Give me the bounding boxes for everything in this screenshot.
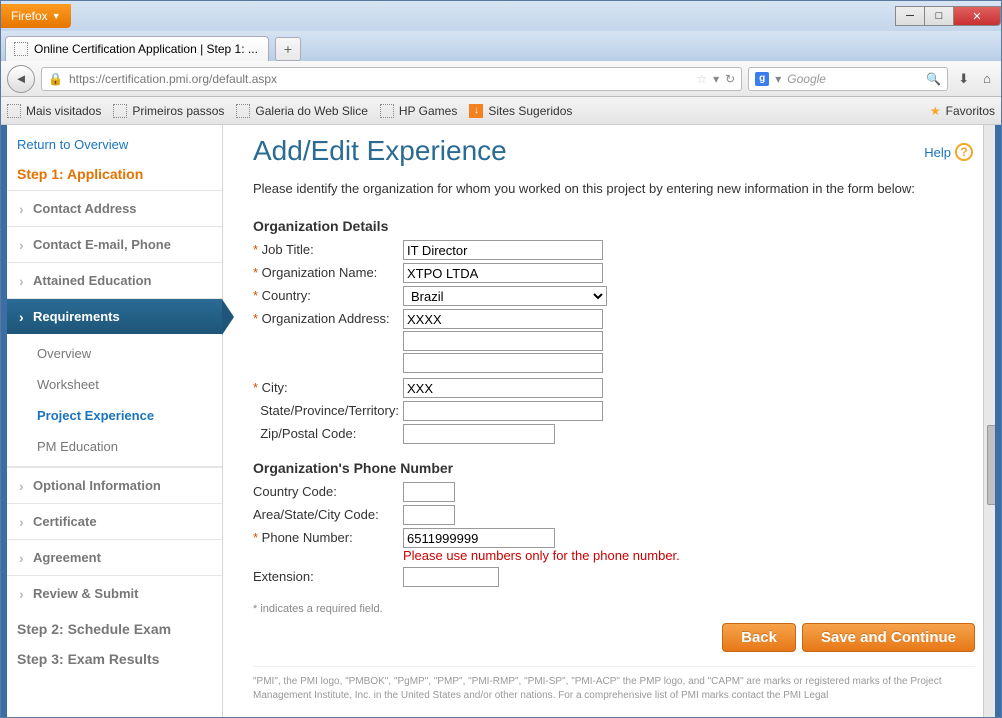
dropdown-icon[interactable]: ▾ bbox=[713, 72, 719, 86]
bookmark-item[interactable]: ↓Sites Sugeridos bbox=[469, 104, 572, 118]
google-icon: g bbox=[755, 72, 769, 86]
extension-input[interactable] bbox=[403, 567, 499, 587]
label-phone: * Phone Number: bbox=[253, 528, 403, 545]
address-line3-input[interactable] bbox=[403, 353, 603, 373]
label-state: State/Province/Territory: bbox=[253, 401, 403, 418]
label-extension: Extension: bbox=[253, 567, 403, 584]
search-icon[interactable]: 🔍 bbox=[926, 72, 941, 86]
state-input[interactable] bbox=[403, 401, 603, 421]
navigation-toolbar: ◄ 🔒 https://certification.pmi.org/defaul… bbox=[1, 61, 1001, 97]
sidebar-sub-project-experience[interactable]: Project Experience bbox=[7, 400, 222, 431]
label-area-code: Area/State/City Code: bbox=[253, 505, 403, 522]
bookmark-star-icon[interactable]: ☆ bbox=[696, 72, 707, 86]
browser-tab-active[interactable]: Online Certification Application | Step … bbox=[5, 36, 269, 61]
intro-text: Please identify the organization for who… bbox=[253, 181, 975, 196]
page-icon bbox=[7, 104, 21, 118]
label-job-title: * Job Title: bbox=[253, 240, 403, 257]
url-bar[interactable]: 🔒 https://certification.pmi.org/default.… bbox=[41, 67, 742, 91]
save-continue-button[interactable]: Save and Continue bbox=[802, 623, 975, 652]
firefox-menu-button[interactable]: Firefox ▼ bbox=[1, 4, 71, 28]
minimize-button[interactable]: ─ bbox=[895, 6, 925, 26]
search-placeholder: Google bbox=[787, 72, 826, 86]
downloads-icon[interactable]: ⬇ bbox=[954, 71, 973, 87]
label-country: * Country: bbox=[253, 286, 403, 303]
sites-icon: ↓ bbox=[469, 104, 483, 118]
footer-text: "PMI", the PMI logo, "PMBOK", "PgMP", "P… bbox=[253, 666, 975, 703]
area-code-input[interactable] bbox=[403, 505, 455, 525]
page-title: Add/Edit Experience bbox=[253, 135, 975, 167]
sidebar-item-requirements[interactable]: Requirements bbox=[7, 298, 222, 334]
help-link[interactable]: Help ? bbox=[924, 143, 973, 161]
sidebar-item-contact-address[interactable]: Contact Address bbox=[7, 190, 222, 226]
label-zip: Zip/Postal Code: bbox=[253, 424, 403, 441]
section-org-details: Organization Details bbox=[253, 218, 975, 234]
search-bar[interactable]: g ▾ Google 🔍 bbox=[748, 67, 948, 91]
new-tab-button[interactable]: + bbox=[275, 37, 301, 61]
phone-error: Please use numbers only for the phone nu… bbox=[403, 548, 975, 563]
sidebar-item-agreement[interactable]: Agreement bbox=[7, 539, 222, 575]
label-org-name: * Organization Name: bbox=[253, 263, 403, 280]
page-icon bbox=[380, 104, 394, 118]
sidebar-sub-overview[interactable]: Overview bbox=[7, 338, 222, 369]
sidebar-item-education[interactable]: Attained Education bbox=[7, 262, 222, 298]
back-button[interactable]: Back bbox=[722, 623, 796, 652]
required-note: * indicates a required field. bbox=[253, 603, 975, 615]
phone-input[interactable] bbox=[403, 528, 555, 548]
address-line1-input[interactable] bbox=[403, 309, 603, 329]
dropdown-icon[interactable]: ▾ bbox=[775, 72, 781, 86]
star-icon: ★ bbox=[930, 104, 941, 118]
favorites-button[interactable]: ★Favoritos bbox=[930, 104, 995, 118]
chevron-down-icon: ▼ bbox=[52, 11, 61, 21]
close-button[interactable]: ✕ bbox=[953, 6, 1001, 26]
sidebar-sub-pm-education[interactable]: PM Education bbox=[7, 431, 222, 462]
firefox-label: Firefox bbox=[11, 9, 48, 23]
country-code-input[interactable] bbox=[403, 482, 455, 502]
step2-heading: Step 2: Schedule Exam bbox=[7, 611, 222, 641]
bookmark-item[interactable]: Mais visitados bbox=[7, 104, 101, 118]
sidebar-sub-worksheet[interactable]: Worksheet bbox=[7, 369, 222, 400]
window-titlebar: Firefox ▼ ─ □ ✕ bbox=[1, 1, 1001, 31]
bookmark-item[interactable]: HP Games bbox=[380, 104, 457, 118]
bookmark-item[interactable]: Primeiros passos bbox=[113, 104, 224, 118]
job-title-input[interactable] bbox=[403, 240, 603, 260]
scrollbar-thumb[interactable] bbox=[987, 425, 999, 505]
org-name-input[interactable] bbox=[403, 263, 603, 283]
back-button[interactable]: ◄ bbox=[7, 65, 35, 93]
sidebar-item-optional[interactable]: Optional Information bbox=[7, 467, 222, 503]
sidebar-item-review[interactable]: Review & Submit bbox=[7, 575, 222, 611]
browser-tabs: Online Certification Application | Step … bbox=[1, 31, 1001, 61]
sidebar: Return to Overview Step 1: Application C… bbox=[7, 125, 223, 717]
bookmarks-toolbar: Mais visitados Primeiros passos Galeria … bbox=[1, 97, 1001, 125]
sidebar-item-contact-email[interactable]: Contact E-mail, Phone bbox=[7, 226, 222, 262]
main-content: Help ? Add/Edit Experience Please identi… bbox=[223, 125, 995, 717]
help-icon: ? bbox=[955, 143, 973, 161]
step3-heading: Step 3: Exam Results bbox=[7, 641, 222, 671]
country-select[interactable]: Brazil bbox=[403, 286, 607, 306]
city-input[interactable] bbox=[403, 378, 603, 398]
home-icon[interactable]: ⌂ bbox=[979, 71, 995, 86]
sidebar-item-certificate[interactable]: Certificate bbox=[7, 503, 222, 539]
page-icon bbox=[113, 104, 127, 118]
label-country-code: Country Code: bbox=[253, 482, 403, 499]
tab-title: Online Certification Application | Step … bbox=[34, 42, 258, 56]
section-phone: Organization's Phone Number bbox=[253, 460, 975, 476]
page-icon bbox=[14, 42, 28, 56]
scrollbar[interactable] bbox=[983, 125, 1001, 717]
maximize-button[interactable]: □ bbox=[924, 6, 954, 26]
label-city: * City: bbox=[253, 378, 403, 395]
bookmark-item[interactable]: Galeria do Web Slice bbox=[236, 104, 368, 118]
return-overview-link[interactable]: Return to Overview bbox=[7, 133, 222, 162]
refresh-icon[interactable]: ↻ bbox=[725, 72, 735, 86]
address-line2-input[interactable] bbox=[403, 331, 603, 351]
url-text: https://certification.pmi.org/default.as… bbox=[69, 72, 277, 86]
lock-icon: 🔒 bbox=[48, 72, 63, 86]
page-icon bbox=[236, 104, 250, 118]
zip-input[interactable] bbox=[403, 424, 555, 444]
label-org-address: * Organization Address: bbox=[253, 309, 403, 326]
step1-heading: Step 1: Application bbox=[7, 162, 222, 190]
